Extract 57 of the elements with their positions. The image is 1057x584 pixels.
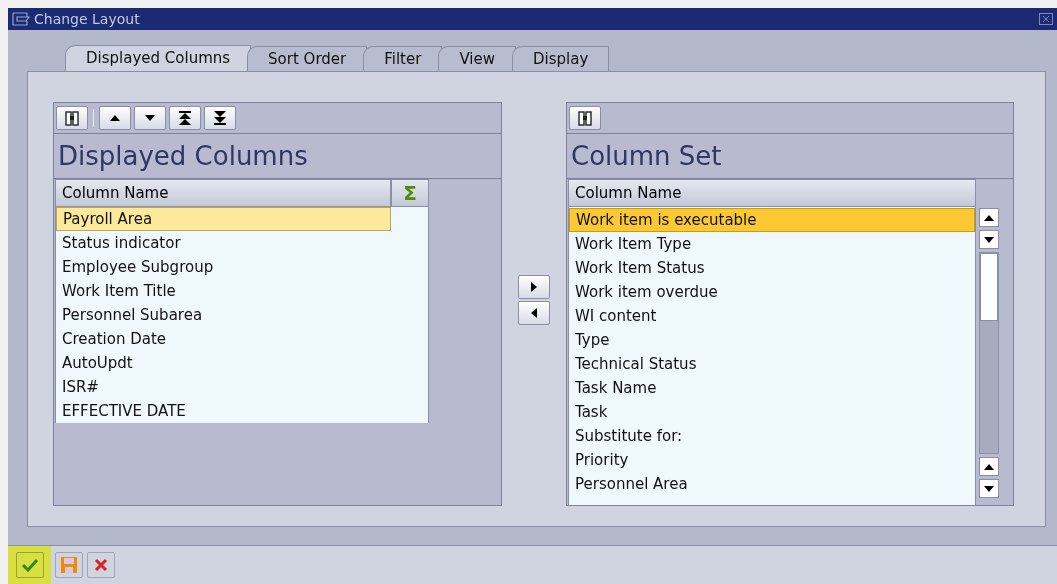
column-header[interactable]: Column Name: [568, 179, 976, 207]
list-row[interactable]: Work Item Type: [569, 232, 975, 256]
move-bottom-button[interactable]: [204, 106, 236, 130]
remove-column-button[interactable]: [518, 301, 550, 325]
list-row[interactable]: ISR#: [56, 375, 391, 399]
find-button[interactable]: [56, 106, 88, 130]
list-row[interactable]: Payroll Area: [56, 207, 391, 231]
list-row[interactable]: Work item overdue: [569, 280, 975, 304]
list-row[interactable]: Type: [569, 328, 975, 352]
list-row[interactable]: Status indicator: [56, 231, 391, 255]
list-row[interactable]: Personnel Subarea: [56, 303, 391, 327]
double-down-arrow-icon: [213, 110, 227, 126]
move-down-button[interactable]: [134, 106, 166, 130]
column-header[interactable]: Column Name: [55, 179, 391, 207]
list-row[interactable]: Task Name: [569, 376, 975, 400]
tab[interactable]: Sort Order: [247, 46, 368, 71]
add-column-button[interactable]: [518, 275, 550, 299]
scroll-down-button[interactable]: [979, 230, 999, 249]
find-button[interactable]: [569, 106, 601, 130]
scrollbar-track[interactable]: [979, 252, 999, 454]
move-up-button[interactable]: [99, 106, 131, 130]
list-row[interactable]: AutoUpdt: [56, 351, 391, 375]
list-row[interactable]: Priority: [569, 448, 975, 472]
scroll-up-button[interactable]: [979, 208, 999, 227]
tab[interactable]: Filter: [363, 46, 443, 71]
list-row[interactable]: Task: [569, 400, 975, 424]
down-arrow-icon: [983, 483, 995, 494]
panel-title: Displayed Columns: [58, 139, 308, 173]
list-row[interactable]: EFFECTIVE DATE: [56, 399, 391, 423]
cancel-button[interactable]: [87, 552, 115, 578]
confirm-button[interactable]: [15, 552, 44, 578]
close-icon[interactable]: [1039, 13, 1053, 25]
down-arrow-icon: [144, 113, 156, 123]
list-row[interactable]: Work Item Status: [569, 256, 975, 280]
list-row[interactable]: WI content: [569, 304, 975, 328]
tab[interactable]: Display: [512, 46, 610, 71]
checkmark-icon: [20, 558, 39, 572]
tab[interactable]: Displayed Columns: [65, 45, 252, 71]
up-arrow-icon: [109, 113, 121, 123]
window-title: Change Layout: [34, 9, 140, 29]
scrollbar-thumb[interactable]: [980, 253, 998, 321]
tab[interactable]: View: [438, 46, 516, 71]
down-arrow-icon: [983, 234, 995, 245]
scroll-up-button[interactable]: [979, 457, 999, 476]
list-row[interactable]: Work item is executable: [569, 208, 975, 232]
close-icon: [94, 558, 108, 572]
double-up-arrow-icon: [178, 110, 192, 126]
window-icon: [12, 12, 30, 26]
list-row[interactable]: Technical Status: [569, 352, 975, 376]
move-top-button[interactable]: [169, 106, 201, 130]
list-row[interactable]: Creation Date: [56, 327, 391, 351]
list-row[interactable]: Work Item Title: [56, 279, 391, 303]
list-row[interactable]: Employee Subgroup: [56, 255, 391, 279]
scroll-down-button[interactable]: [979, 479, 999, 498]
list-row[interactable]: Substitute for:: [569, 424, 975, 448]
list-row[interactable]: Personnel Area: [569, 472, 975, 496]
panel-title: Column Set: [571, 139, 722, 173]
